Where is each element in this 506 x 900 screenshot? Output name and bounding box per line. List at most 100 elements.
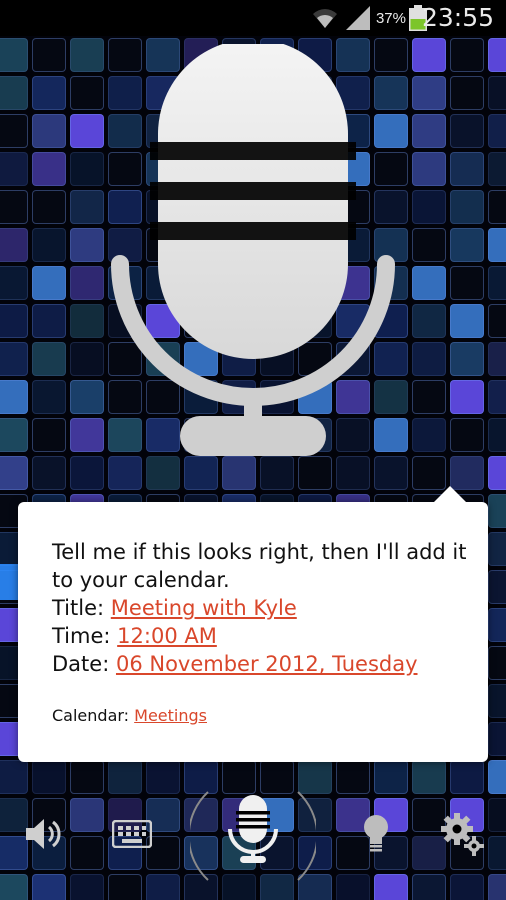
background-tile [450, 190, 484, 224]
background-tile [70, 266, 104, 300]
background-tile [0, 228, 28, 262]
background-tile [488, 190, 506, 224]
background-tile [488, 608, 506, 642]
date-label: Date: [52, 652, 110, 676]
background-tile [450, 152, 484, 186]
date-link[interactable]: 06 November 2012, Tuesday [116, 652, 418, 676]
microphone-button[interactable] [221, 795, 285, 863]
background-tile [412, 266, 446, 300]
background-tile [32, 418, 66, 452]
background-tile [488, 152, 506, 186]
background-tile [0, 114, 28, 148]
calendar-label: Calendar: [52, 706, 130, 725]
dialog-body: Tell me if this looks right, then I'll a… [52, 538, 468, 678]
background-tile [450, 228, 484, 262]
background-tile [32, 456, 66, 490]
dialog-message: Tell me if this looks right, then I'll a… [52, 540, 467, 592]
calendar-link[interactable]: Meetings [134, 706, 207, 725]
background-tile [412, 304, 446, 338]
background-tile [70, 380, 104, 414]
background-tile [32, 266, 66, 300]
background-tile [412, 456, 446, 490]
background-tile [32, 190, 66, 224]
background-tile [488, 76, 506, 110]
background-tile [412, 342, 446, 376]
background-tile [488, 342, 506, 376]
battery-percent: 37% [375, 10, 406, 27]
background-tile [32, 380, 66, 414]
background-tile [450, 266, 484, 300]
background-tile [450, 456, 484, 490]
background-tile [0, 418, 28, 452]
background-tile [488, 684, 506, 718]
background-tile [0, 456, 28, 490]
background-tile [488, 304, 506, 338]
title-label: Title: [52, 596, 105, 620]
background-tile [450, 114, 484, 148]
background-tile [32, 228, 66, 262]
time-label: Time: [52, 624, 111, 648]
background-tile [70, 152, 104, 186]
background-tile [70, 38, 104, 72]
background-tile [488, 494, 506, 528]
title-row: Title: Meeting with Kyle [52, 594, 468, 622]
clock: 23:55 [421, 3, 494, 32]
microphone-icon [228, 795, 278, 863]
time-row: Time: 12:00 AM [52, 622, 468, 650]
background-tile [488, 266, 506, 300]
background-tile [488, 646, 506, 680]
background-tile [450, 38, 484, 72]
background-tile [32, 76, 66, 110]
background-tile [450, 380, 484, 414]
background-tile [488, 456, 506, 490]
settings-icon [441, 813, 484, 856]
background-tile [70, 190, 104, 224]
background-tile [0, 342, 28, 376]
background-tile [412, 418, 446, 452]
status-bar: 37% 23:55 [0, 0, 506, 36]
bottom-toolbar [0, 772, 506, 900]
background-tile [32, 342, 66, 376]
background-tile [70, 456, 104, 490]
speaker-icon [26, 819, 61, 849]
time-link[interactable]: 12:00 AM [117, 624, 217, 648]
background-tile [0, 76, 28, 110]
background-tile [488, 722, 506, 756]
background-tile [488, 532, 506, 566]
background-tile [32, 114, 66, 148]
background-tile [70, 342, 104, 376]
background-tile [70, 114, 104, 148]
tips-button[interactable] [344, 802, 408, 866]
background-tile [412, 190, 446, 224]
background-tile [0, 380, 28, 414]
keyboard-icon [112, 820, 152, 848]
background-tile [450, 76, 484, 110]
calendar-row: Calendar: Meetings [52, 706, 207, 725]
background-tile [412, 114, 446, 148]
background-tile [70, 304, 104, 338]
background-tile [0, 38, 28, 72]
background-tile [0, 190, 28, 224]
background-tile [32, 38, 66, 72]
background-tile [0, 152, 28, 186]
background-tile [412, 228, 446, 262]
background-tile [412, 152, 446, 186]
settings-button[interactable] [430, 802, 494, 866]
background-tile [450, 304, 484, 338]
background-tile [412, 76, 446, 110]
title-link[interactable]: Meeting with Kyle [111, 596, 297, 620]
background-tile [488, 380, 506, 414]
background-tile [32, 152, 66, 186]
wifi-icon [313, 9, 337, 28]
background-tile [488, 38, 506, 72]
keyboard-button[interactable] [100, 802, 164, 866]
background-tile [412, 38, 446, 72]
lightbulb-icon [364, 815, 388, 852]
background-tile [70, 228, 104, 262]
signal-icon [346, 6, 370, 30]
speaker-button[interactable] [12, 802, 76, 866]
background-tile [0, 266, 28, 300]
background-tile [0, 304, 28, 338]
microphone-illustration [111, 44, 395, 456]
background-tile [488, 228, 506, 262]
